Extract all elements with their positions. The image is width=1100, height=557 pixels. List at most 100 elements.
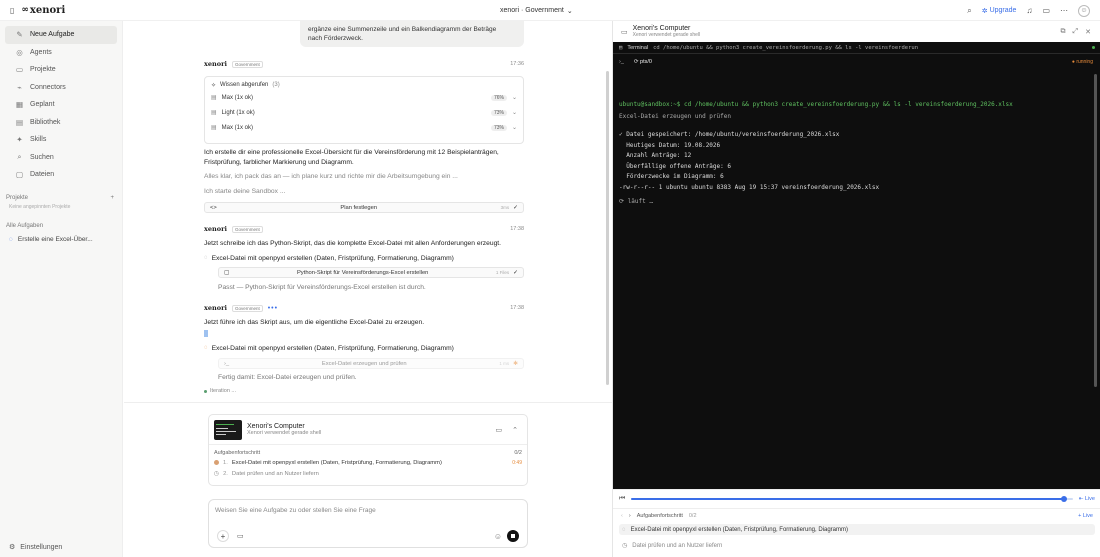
sidebar: ✎ Neue Aufgabe ◎ Agents ▭ Projekte ⌁ Connect… — [0, 21, 123, 557]
monitor-icon: ▭ — [621, 28, 628, 36]
live-button[interactable]: ⇤ Live — [1079, 496, 1095, 502]
sidebar-item-connectors[interactable]: ⌁ Connectors — [5, 79, 117, 97]
sidebar-item-projects[interactable]: ▭ Projekte — [5, 61, 117, 79]
projects-section-header: Projekte + — [6, 194, 114, 201]
terminal-command: cd /home/ubuntu && python3 create_verein… — [653, 44, 919, 51]
chevron-up-icon[interactable]: ⌃ — [512, 426, 518, 434]
streaming-cursor — [204, 330, 208, 337]
chevron-left-icon[interactable]: ‹ — [621, 513, 623, 519]
agent-message-header: xenori Government 17:36 — [204, 60, 524, 68]
running-status: ● running — [1071, 58, 1093, 65]
logo: ∞ xenori — [21, 5, 65, 16]
close-icon[interactable]: ✕ — [1085, 28, 1091, 36]
status-dot-icon — [204, 389, 207, 393]
knowledge-item[interactable]: ▤ Max (1x ok) 76% ⌄ — [211, 90, 517, 105]
sidebar-item-new-task[interactable]: ✎ Neue Aufgabe — [5, 26, 117, 44]
progress-label: Aufgabenfortschritt — [214, 450, 261, 456]
logo-text: xenori — [29, 4, 66, 16]
agent-status-text: Alles klar, ich pack das an — ich plane … — [204, 173, 458, 180]
computer-thumbnail[interactable] — [214, 419, 242, 440]
computer-subtitle: Xenori verwendet gerade shell — [247, 430, 322, 436]
terminal-line: Anzahl Anträge: 12 — [619, 152, 692, 159]
file-card[interactable]: ▢ Python-Skript für Vereinsförderungs-Ex… — [218, 267, 524, 278]
sparkle-icon: ✧ — [211, 82, 217, 89]
panel-step[interactable]: ◌ Excel-Datei mit openpyxl erstellen (Da… — [619, 524, 1095, 535]
skip-back-icon[interactable]: ⏮ — [619, 495, 625, 503]
settings-button[interactable]: ⚙ Einstellungen — [9, 543, 62, 552]
sidebar-item-skills[interactable]: ✦ Skills — [5, 131, 117, 149]
terminal-view: ▤ Terminal cd /home/ubuntu && python3 cr… — [613, 42, 1100, 489]
terminal-bar: ▤ Terminal cd /home/ubuntu && python3 cr… — [613, 42, 1100, 54]
agent-message-header: xenori Government ••• 17:38 — [204, 304, 524, 312]
avatar[interactable]: ☺ — [1078, 4, 1090, 17]
terminal-icon: ▤ — [619, 44, 623, 51]
plan-card[interactable]: <> Plan festlegen 3ms ✓ — [204, 202, 524, 213]
terminal-line: Heutiges Datum: 19.08.2026 — [619, 142, 721, 149]
chevron-right-icon[interactable]: › — [629, 513, 631, 519]
step-done-text: Passt — Python-Skript für Vereinsförderu… — [218, 284, 426, 291]
live-indicator: + Live — [1078, 512, 1093, 519]
search-icon[interactable]: ⌕ — [967, 6, 971, 16]
loading-icon: ◌ — [204, 345, 208, 351]
step-done-text: Fertig damit: Excel-Datei erzeugen und p… — [218, 374, 357, 381]
loading-icon: ◌ — [204, 255, 208, 261]
clock-icon: ◷ — [214, 470, 220, 477]
add-attachment-button[interactable]: + — [217, 530, 229, 542]
timeline-knob[interactable] — [1060, 495, 1067, 502]
more-icon[interactable]: ⋯ — [1060, 6, 1068, 15]
connector-icon: ⌁ — [17, 82, 22, 92]
agent-message-header: xenori Government 17:38 — [204, 225, 524, 233]
monitor-icon[interactable]: ▭ — [496, 426, 503, 434]
iteration-status: Iteration ... — [204, 388, 236, 394]
loading-icon: ◌ — [622, 526, 626, 533]
knowledge-item[interactable]: ▤ Light (1x ok) 73% ⌄ — [211, 105, 517, 120]
active-step-icon — [214, 460, 219, 465]
chevron-down-icon: ⌄ — [511, 110, 517, 116]
external-link-icon[interactable]: ⧉ — [1061, 28, 1066, 36]
sidebar-item-search[interactable]: ⌕ Suchen — [5, 149, 117, 167]
book-icon: ▤ — [15, 117, 24, 127]
check-icon: ✓ — [513, 204, 518, 211]
spark-icon: ✦ — [16, 135, 23, 145]
sidebar-item-scheduled[interactable]: ▦ Geplant — [5, 96, 117, 114]
chat-scrollbar[interactable] — [606, 71, 609, 385]
status-dot-icon — [1092, 46, 1095, 49]
panel-step[interactable]: ◷ Datei prüfen und an Nutzer liefern — [619, 540, 1095, 551]
sidebar-item-files[interactable]: ▢ Dateien — [5, 166, 117, 184]
panel-subtitle: Xenori verwendet gerade shell — [632, 32, 701, 38]
computer-card: Xenori's Computer Xenori verwendet gerad… — [208, 414, 528, 486]
add-project-icon[interactable]: + — [110, 195, 114, 201]
projects-empty-note: Keine angepinnten Projekte — [9, 203, 71, 210]
terminal-tab[interactable]: ⟳ pts/0 — [634, 59, 652, 65]
sparkle-icon: ✲ — [981, 7, 988, 15]
file-icon: ▢ — [15, 170, 24, 180]
progress-step: 1. Excel-Datei mit openpyxl erstellen (D… — [209, 457, 527, 468]
sidebar-item-library[interactable]: ▤ Bibliothek — [5, 114, 117, 132]
chat-area: ergänze eine Summenzeile und ein Balkend… — [124, 21, 612, 557]
knowledge-icon: ▤ — [211, 110, 217, 116]
workspace-label: xenori · Government — [500, 7, 564, 14]
panel-title: Xenori's Computer — [632, 25, 691, 32]
timeline-track[interactable] — [631, 495, 1073, 502]
chevron-down-icon: ⌄ — [566, 7, 573, 15]
running-card[interactable]: ›_ Excel-Datei erzeugen und prüfen 1 ms … — [218, 358, 524, 369]
agent-text: Jetzt schreibe ich das Python-Skript, da… — [204, 240, 502, 247]
terminal-scrollbar[interactable] — [1094, 74, 1097, 387]
terminal-line: -rw-r--r-- 1 ubuntu ubuntu 8383 Aug 19 1… — [619, 184, 880, 191]
emoji-icon[interactable]: ☺ — [494, 532, 502, 541]
bell-icon[interactable]: ♫ — [1026, 6, 1032, 15]
sidebar-task-item[interactable]: ◌ Erstelle eine Excel-Über... — [0, 232, 122, 248]
expand-icon[interactable]: ⤢ — [1073, 28, 1079, 36]
code-icon: <> — [210, 204, 217, 211]
prompt-icon: ›_ — [619, 58, 624, 65]
message-input[interactable] — [215, 507, 515, 514]
sidebar-item-agents[interactable]: ◎ Agents — [5, 44, 117, 62]
bookmark-icon[interactable]: ▭ — [1042, 6, 1050, 15]
chevron-down-icon: ⌄ — [511, 95, 517, 101]
upgrade-button[interactable]: ✲ Upgrade — [982, 7, 1017, 15]
sidebar-toggle-icon[interactable]: ▯ — [10, 6, 14, 15]
monitor-icon[interactable]: ▭ — [237, 532, 244, 540]
workspace-selector[interactable]: xenori · Government ⌄ — [500, 0, 573, 21]
knowledge-item[interactable]: ▤ Max (1x ok) 73% ⌄ — [211, 120, 517, 135]
stop-button[interactable] — [507, 530, 519, 542]
